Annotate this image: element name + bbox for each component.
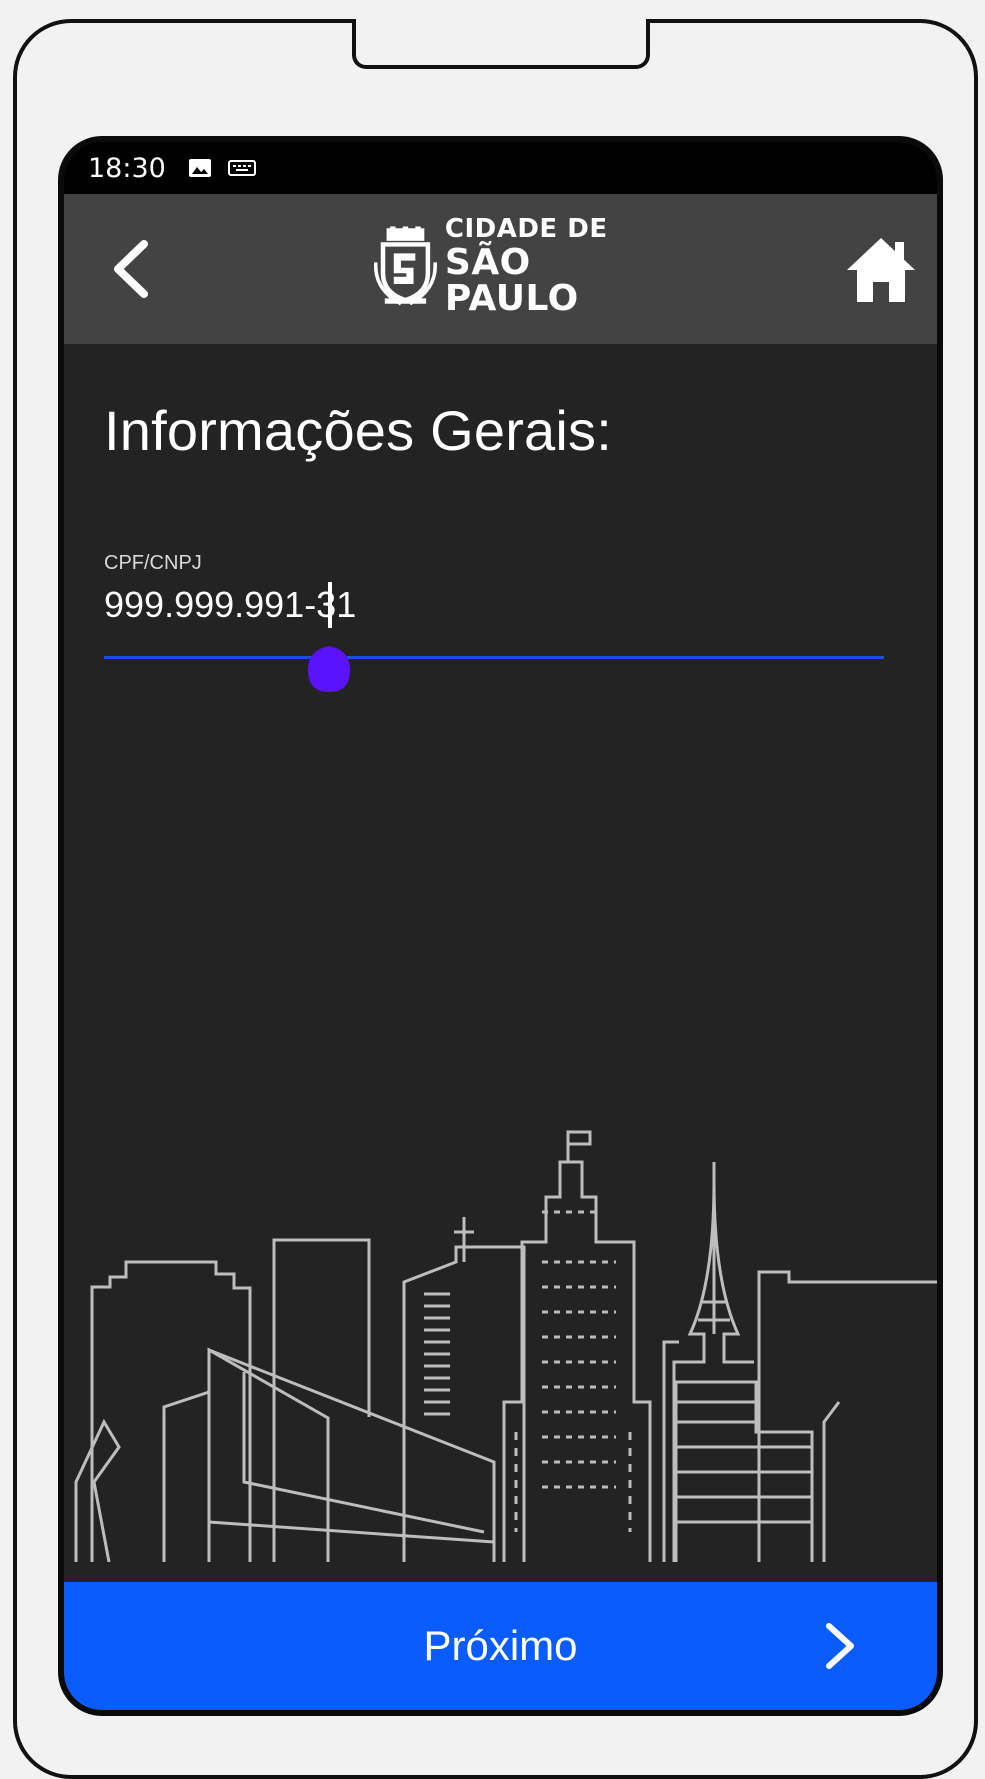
chevron-right-icon [826, 1623, 854, 1669]
input-underline [104, 656, 884, 659]
sao-paulo-logo: CIDADE DE SÃO PAULO [374, 216, 654, 317]
home-button[interactable] [843, 232, 919, 308]
image-icon [188, 156, 212, 180]
logo-line1: CIDADE DE [444, 213, 608, 244]
phone-notch [352, 19, 650, 69]
cpf-cnpj-label: CPF/CNPJ [104, 552, 202, 574]
logo-line2: SÃO PAULO [444, 241, 579, 319]
app-bar: CIDADE DE SÃO PAULO [64, 194, 937, 344]
text-cursor [328, 582, 332, 628]
page-title: Informações Gerais: [104, 399, 612, 462]
logo-text: CIDADE DE SÃO PAULO [445, 216, 654, 317]
city-skyline-illustration [74, 1130, 937, 1562]
city-crest-icon [374, 226, 437, 306]
text-selection-handle[interactable] [306, 636, 352, 694]
phone-screen: 18:30 CIDADE DE SÃO PAULO Informações Ge… [58, 136, 943, 1716]
cpf-cnpj-input[interactable] [104, 582, 884, 628]
status-bar: 18:30 [64, 142, 937, 194]
status-time: 18:30 [88, 152, 166, 184]
chevron-left-icon [114, 240, 148, 298]
keyboard-icon [227, 158, 256, 178]
next-button[interactable]: Próximo [64, 1582, 937, 1710]
home-icon [847, 238, 915, 302]
next-button-label: Próximo [423, 1622, 578, 1669]
back-button[interactable] [104, 236, 164, 302]
